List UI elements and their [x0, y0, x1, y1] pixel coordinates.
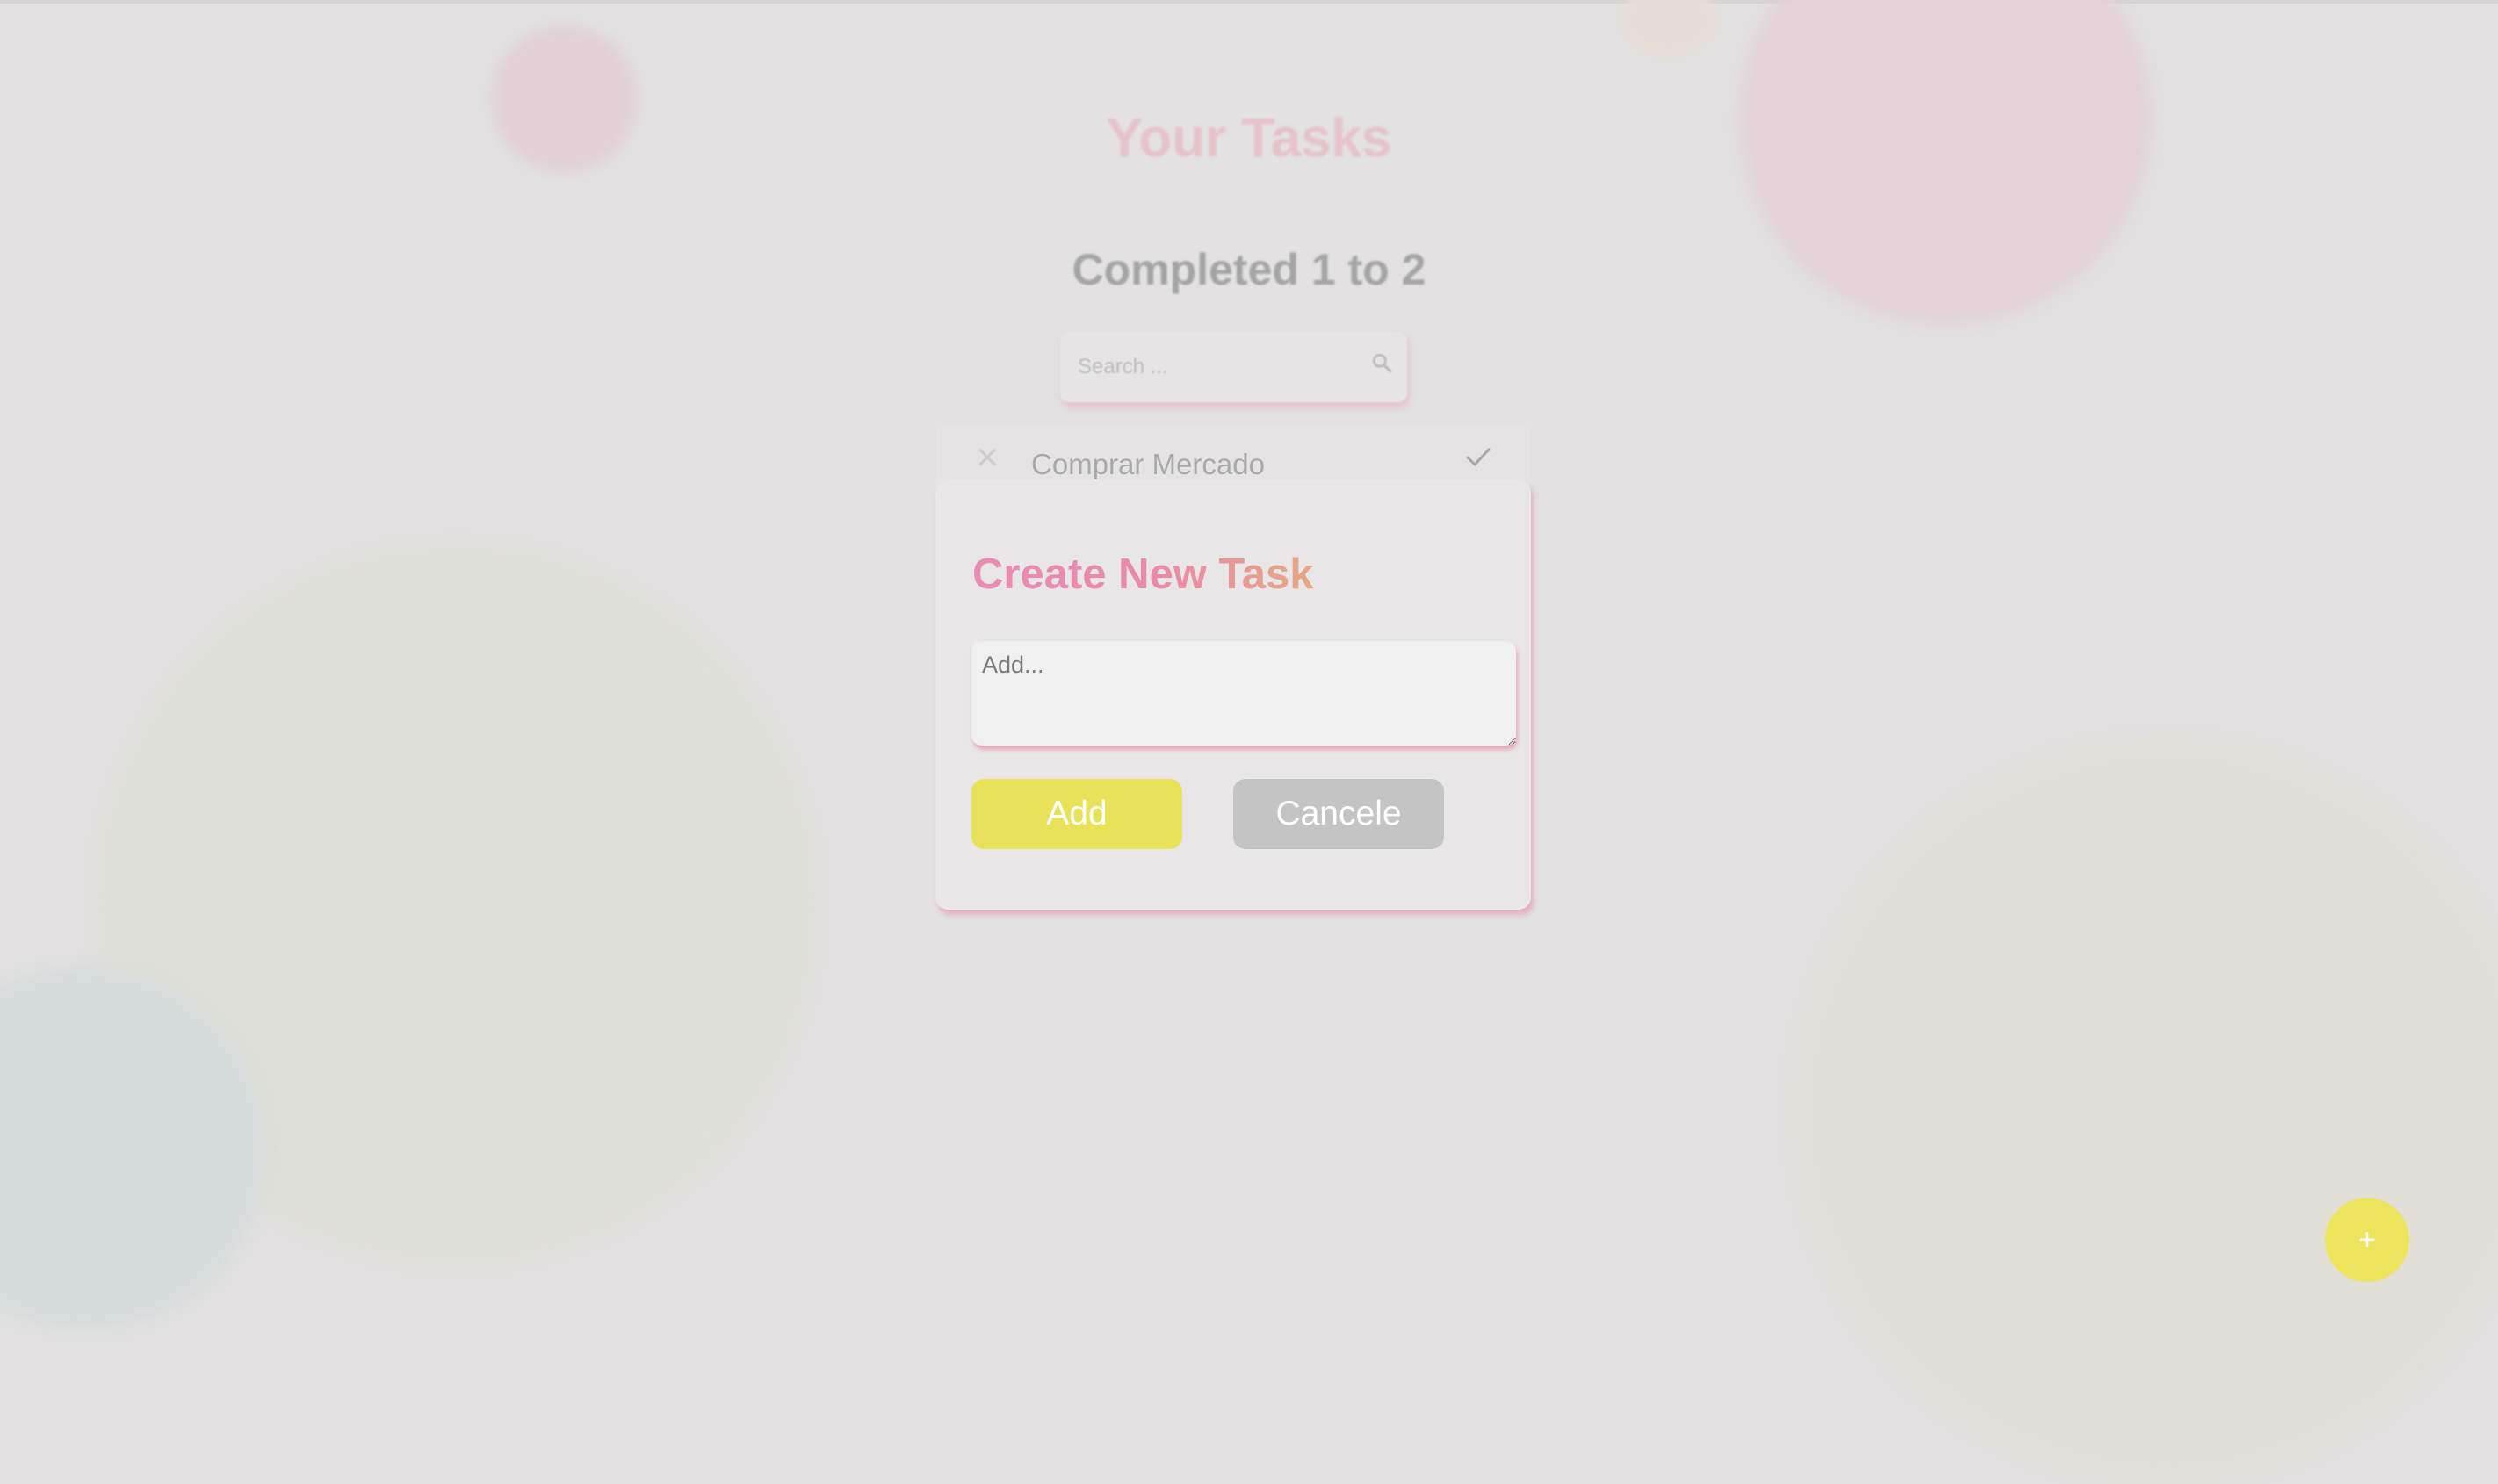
background-blob [1792, 738, 2498, 1484]
task-textarea[interactable] [971, 641, 1516, 746]
background-blob [1621, 0, 1717, 57]
search-input[interactable]: Search ... [1060, 332, 1407, 402]
search-placeholder: Search ... [1078, 355, 1168, 378]
close-icon[interactable]: ✕ [975, 441, 1000, 476]
modal-title: Create New Task [972, 551, 1314, 598]
add-task-fab[interactable]: + [2325, 1198, 2409, 1282]
check-icon[interactable] [1465, 446, 1491, 469]
page-title: Your Tasks [1106, 108, 1392, 169]
create-task-modal: Create New Task Add Cancele [935, 479, 1531, 910]
task-label: Comprar Mercado [1031, 448, 1265, 480]
search-icon[interactable] [1370, 351, 1393, 374]
cancel-button[interactable]: Cancele [1233, 779, 1444, 849]
completed-counter: Completed 1 to 2 [1072, 245, 1426, 294]
add-button[interactable]: Add [971, 779, 1182, 849]
top-border [0, 0, 2498, 4]
